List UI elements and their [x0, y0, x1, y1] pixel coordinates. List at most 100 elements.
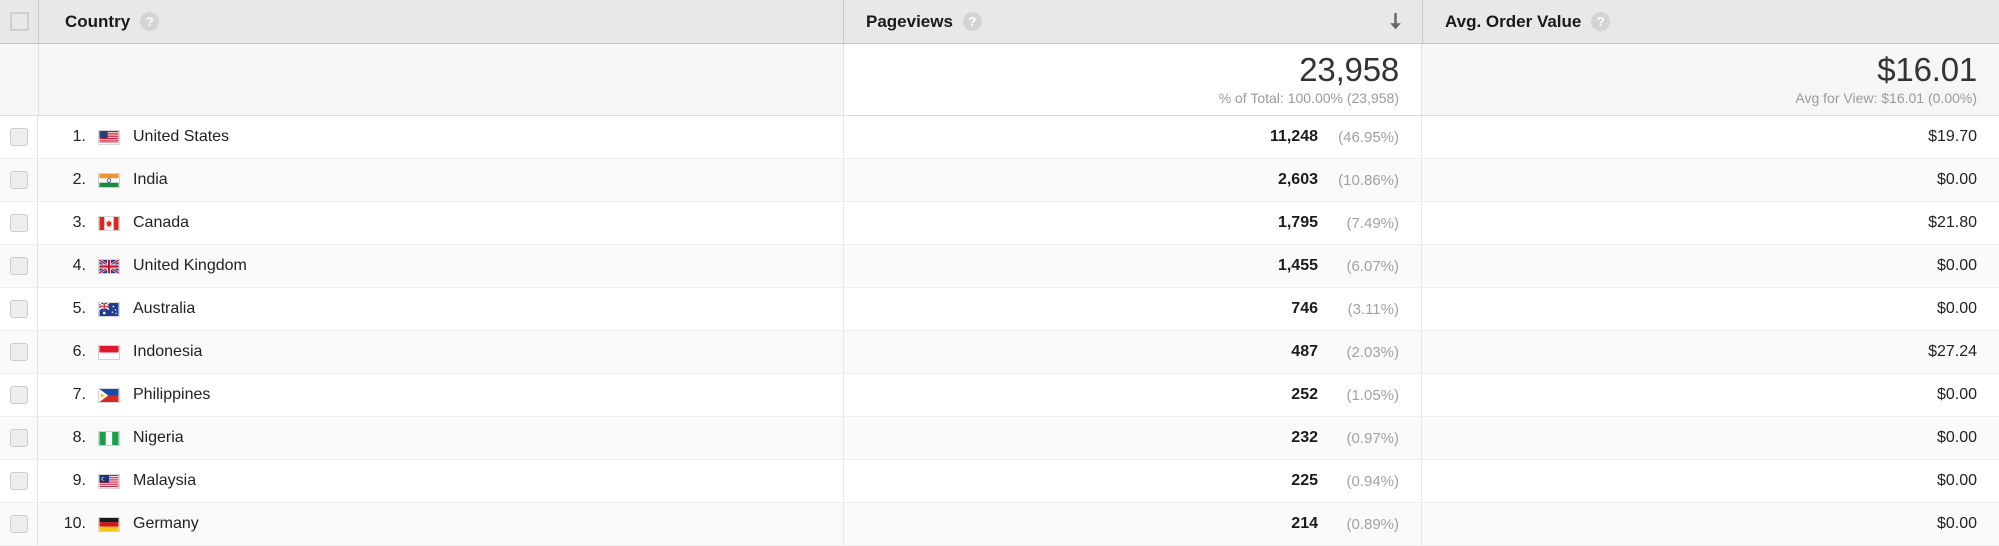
pageviews-cell: 746 (3.11%): [843, 288, 1422, 330]
select-all-checkbox[interactable]: [9, 12, 29, 31]
avg-order-value-cell: $0.00: [1422, 503, 1999, 545]
row-checkbox[interactable]: [9, 300, 28, 318]
row-checkbox-cell[interactable]: [0, 417, 38, 459]
row-checkbox[interactable]: [9, 515, 28, 533]
row-checkbox[interactable]: [9, 343, 28, 361]
row-checkbox[interactable]: [9, 128, 28, 146]
country-cell: 10. Germany: [38, 503, 843, 545]
summary-checkbox-spacer: [0, 44, 38, 115]
table-row: 1. United States 11,248 (46.95%) $19.70: [0, 116, 1999, 159]
table-row: 5. Australia 746 (3.11%) $0.00: [0, 288, 1999, 331]
country-name-link[interactable]: Australia: [133, 300, 195, 318]
table-row: 2. India 2,603 (10.86%) $0.00: [0, 159, 1999, 202]
pageviews-cell: 11,248 (46.95%): [843, 116, 1422, 158]
country-cell: 7. Philippines: [38, 374, 843, 416]
pageviews-value: 1,795: [1277, 214, 1318, 231]
row-checkbox-cell[interactable]: [0, 245, 38, 287]
flag-de-icon: [96, 516, 122, 532]
country-name-link[interactable]: Philippines: [133, 386, 210, 404]
country-name-link[interactable]: India: [133, 171, 168, 189]
row-checkbox[interactable]: [9, 171, 28, 189]
avg-order-value: $0.00: [1936, 472, 1977, 489]
row-checkbox-cell[interactable]: [0, 460, 38, 502]
pageviews-cell: 1,455 (6.07%): [843, 245, 1422, 287]
country-name-link[interactable]: Nigeria: [133, 429, 184, 447]
pageviews-value: 225: [1291, 472, 1318, 489]
pageviews-percent: (2.03%): [1346, 343, 1399, 361]
avg-order-value: $0.00: [1936, 386, 1977, 403]
pageviews-value: 746: [1291, 300, 1318, 317]
row-checkbox[interactable]: [9, 429, 28, 447]
pageviews-cell: 487 (2.03%): [843, 331, 1422, 373]
avg-order-value-cell: $0.00: [1422, 460, 1999, 502]
avg-order-value: $0.00: [1936, 429, 1977, 446]
flag-my-icon: [96, 473, 122, 489]
country-name-link[interactable]: United States: [133, 128, 229, 146]
flag-us-icon: [96, 129, 122, 145]
country-cell: 3. Canada: [38, 202, 843, 244]
summary-pageviews-value: 23,958: [1299, 50, 1399, 88]
row-checkbox-cell[interactable]: [0, 503, 38, 545]
column-header-country[interactable]: Country ?: [38, 0, 843, 43]
row-rank: 9.: [72, 472, 86, 489]
table-header-row: Country ? Pageviews ? Avg. Order Value ?: [0, 0, 1999, 44]
pageviews-percent: (10.86%): [1338, 171, 1399, 189]
pageviews-percent: (0.89%): [1346, 515, 1399, 533]
table-row: 3. Canada 1,795 (7.49%) $21.80: [0, 202, 1999, 245]
country-cell: 9. Malaysia: [38, 460, 843, 502]
summary-avg-order-value: $16.01: [1877, 50, 1977, 88]
avg-order-value-cell: $0.00: [1422, 288, 1999, 330]
row-rank: 10.: [63, 515, 86, 532]
avg-order-value: $0.00: [1936, 171, 1977, 188]
help-icon[interactable]: ?: [1591, 12, 1611, 31]
row-checkbox-cell[interactable]: [0, 331, 38, 373]
row-rank: 6.: [72, 343, 86, 360]
pageviews-value: 1,455: [1277, 257, 1318, 274]
sort-descending-arrow-icon[interactable]: [1386, 12, 1404, 32]
row-rank: 5.: [72, 300, 86, 317]
row-checkbox-cell[interactable]: [0, 374, 38, 416]
column-header-avg-order-value[interactable]: Avg. Order Value ?: [1422, 0, 1999, 43]
row-rank: 8.: [72, 429, 86, 446]
table-body: 1. United States 11,248 (46.95%) $19.70 2. Ind…: [0, 116, 1999, 546]
row-rank: 4.: [72, 257, 86, 274]
flag-in-icon: [96, 172, 122, 188]
row-checkbox[interactable]: [9, 386, 28, 404]
summary-avg-order-value-cell: $16.01 Avg for View: $16.01 (0.00%): [1422, 44, 1999, 115]
pageviews-percent: (1.05%): [1346, 386, 1399, 404]
row-checkbox-cell[interactable]: [0, 159, 38, 201]
country-name-link[interactable]: Germany: [133, 515, 199, 533]
country-name-link[interactable]: Indonesia: [133, 343, 202, 361]
flag-gb-icon: [96, 258, 122, 274]
help-icon[interactable]: ?: [140, 12, 160, 31]
row-rank: 3.: [72, 214, 86, 231]
table-row: 7. Philippines 252 (1.05%) $0.00: [0, 374, 1999, 417]
row-checkbox[interactable]: [9, 472, 28, 490]
table-row: 6. Indonesia 487 (2.03%) $27.24: [0, 331, 1999, 374]
flag-ng-icon: [96, 430, 122, 446]
pageviews-value: 2,603: [1277, 171, 1318, 188]
select-all-cell[interactable]: [0, 0, 38, 43]
row-checkbox-cell[interactable]: [0, 202, 38, 244]
help-icon[interactable]: ?: [962, 12, 982, 31]
country-name-link[interactable]: Malaysia: [133, 472, 196, 490]
pageviews-cell: 225 (0.94%): [843, 460, 1422, 502]
column-header-pageviews[interactable]: Pageviews ?: [843, 0, 1422, 43]
country-cell: 1. United States: [38, 116, 843, 158]
row-checkbox[interactable]: [9, 214, 28, 232]
pageviews-percent: (6.07%): [1346, 257, 1399, 275]
column-header-country-label: Country: [65, 11, 131, 31]
row-checkbox-cell[interactable]: [0, 116, 38, 158]
summary-avg-order-value-note: Avg for View: $16.01 (0.00%): [1795, 89, 1977, 106]
row-checkbox[interactable]: [9, 257, 28, 275]
table-row: 9. Malaysia 225 (0.94%) $0.00: [0, 460, 1999, 503]
pageviews-percent: (7.49%): [1346, 214, 1399, 232]
country-name-link[interactable]: Canada: [133, 214, 189, 232]
row-checkbox-cell[interactable]: [0, 288, 38, 330]
country-name-link[interactable]: United Kingdom: [133, 257, 247, 275]
pageviews-value: 11,248: [1269, 128, 1318, 145]
pageviews-cell: 214 (0.89%): [843, 503, 1422, 545]
avg-order-value: $19.70: [1928, 128, 1977, 145]
avg-order-value: $0.00: [1936, 515, 1977, 532]
country-cell: 4. United Kingdom: [38, 245, 843, 287]
